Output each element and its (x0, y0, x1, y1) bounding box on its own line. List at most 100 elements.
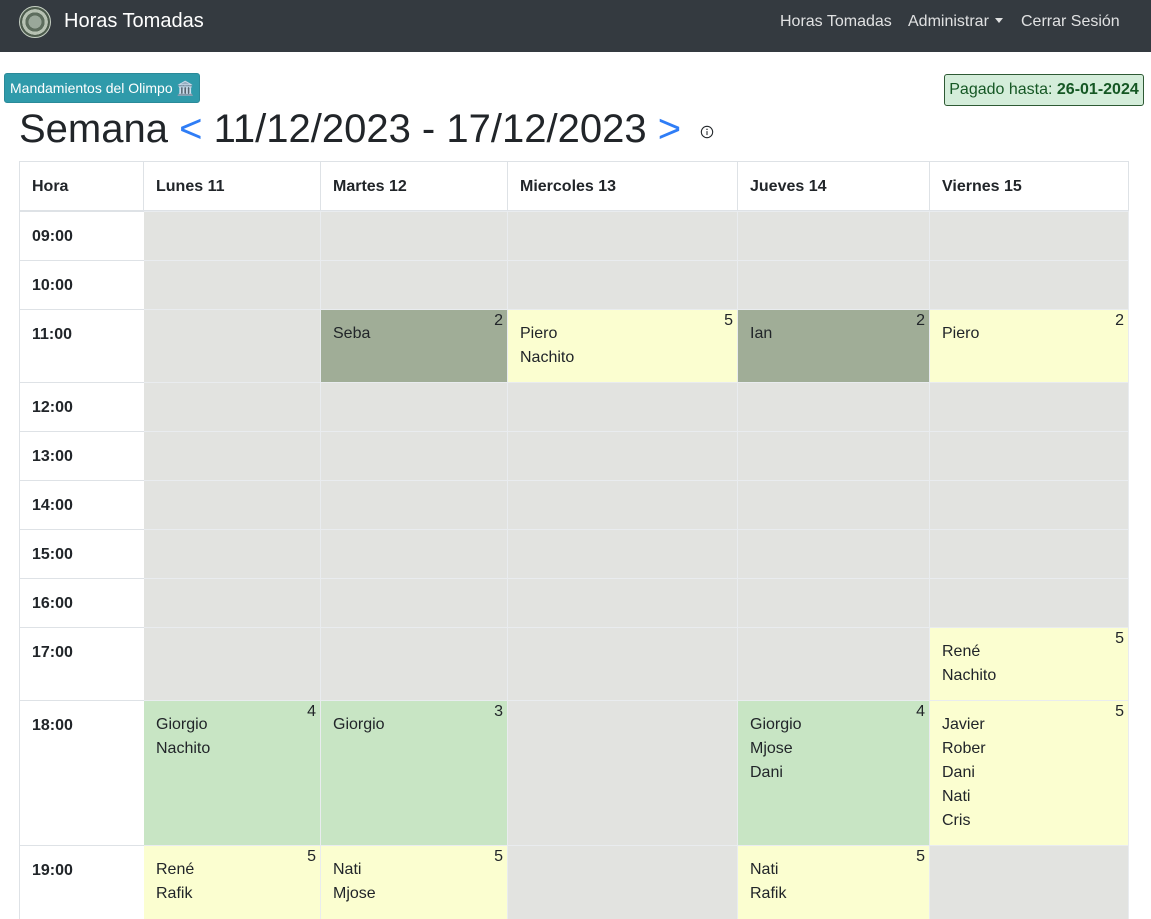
empty-slot[interactable] (930, 480, 1129, 529)
prev-week-button[interactable]: < (179, 107, 202, 151)
week-range: 11/12/2023 - 17/12/2023 (213, 107, 647, 151)
booked-slot[interactable]: 5 Nati Mjose (321, 845, 508, 919)
booked-slot[interactable]: 5 René Rafik (144, 845, 321, 919)
empty-slot[interactable] (508, 529, 738, 578)
empty-slot[interactable] (508, 578, 738, 627)
empty-slot[interactable] (508, 431, 738, 480)
week-title: Semana < 11/12/2023 - 17/12/2023 > (19, 104, 681, 154)
attendee-name: Dani (942, 764, 975, 781)
hour-label: 12:00 (19, 382, 144, 431)
booked-slot[interactable]: 5 René Nachito (930, 627, 1129, 700)
empty-slot[interactable] (321, 627, 508, 700)
empty-slot[interactable] (508, 211, 738, 260)
booked-slot[interactable]: 5 Piero Nachito (508, 309, 738, 382)
day-column-header: Miercoles 13 (508, 161, 738, 211)
booked-slot[interactable]: 2 Ian (738, 309, 930, 382)
slot-count: 2 (916, 312, 925, 329)
mandamientos-button[interactable]: Mandamientos del Olimpo 🏛️ (4, 73, 200, 103)
hour-label: 10:00 (19, 260, 144, 309)
booked-slot[interactable]: 5 Javier Rober Dani Nati Cris (930, 700, 1129, 845)
empty-slot[interactable] (144, 529, 321, 578)
empty-slot[interactable] (321, 211, 508, 260)
day-column-header: Lunes 11 (144, 161, 321, 211)
hour-label: 09:00 (19, 211, 144, 260)
booked-slot[interactable]: 4 Giorgio Nachito (144, 700, 321, 845)
empty-slot[interactable] (508, 382, 738, 431)
hour-label: 19:00 (19, 845, 144, 919)
day-column-header: Martes 12 (321, 161, 508, 211)
booked-slot[interactable]: 2 Seba (321, 309, 508, 382)
paid-until-date: 26-01-2024 (1056, 81, 1139, 98)
next-week-button[interactable]: > (658, 107, 681, 151)
nav-cerrar-sesion[interactable]: Cerrar Sesión (1021, 13, 1120, 31)
empty-slot[interactable] (930, 578, 1129, 627)
empty-slot[interactable] (930, 431, 1129, 480)
nav-administrar-label: Administrar (908, 13, 989, 30)
attendee-name: Rafik (156, 885, 193, 902)
empty-slot[interactable] (930, 845, 1129, 919)
empty-slot[interactable] (930, 382, 1129, 431)
attendee-name: Giorgio (156, 716, 208, 733)
attendee-name: Giorgio (333, 716, 385, 733)
attendee-name: René (156, 861, 195, 878)
empty-slot[interactable] (321, 431, 508, 480)
empty-slot[interactable] (508, 700, 738, 845)
info-icon[interactable] (700, 125, 714, 139)
slot-count: 5 (494, 848, 503, 865)
empty-slot[interactable] (144, 382, 321, 431)
empty-slot[interactable] (508, 260, 738, 309)
slot-count: 2 (1115, 312, 1124, 329)
empty-slot[interactable] (508, 627, 738, 700)
hour-label: 16:00 (19, 578, 144, 627)
empty-slot[interactable] (738, 431, 930, 480)
empty-slot[interactable] (738, 480, 930, 529)
attendee-name: Nachito (156, 740, 211, 757)
empty-slot[interactable] (508, 480, 738, 529)
empty-slot[interactable] (738, 260, 930, 309)
attendee-name: Piero (520, 325, 558, 342)
nav-administrar-dropdown[interactable]: Administrar (908, 13, 1003, 31)
empty-slot[interactable] (738, 627, 930, 700)
booked-slot[interactable]: 5 Nati Rafik (738, 845, 930, 919)
slot-count: 5 (916, 848, 925, 865)
hour-column-header: Hora (19, 161, 144, 211)
empty-slot[interactable] (738, 211, 930, 260)
empty-slot[interactable] (738, 529, 930, 578)
empty-slot[interactable] (144, 309, 321, 382)
paid-until-badge: Pagado hasta: 26-01-2024 (944, 74, 1144, 106)
brand-title[interactable]: Horas Tomadas (64, 10, 204, 33)
empty-slot[interactable] (144, 627, 321, 700)
top-navbar: Horas Tomadas Horas Tomadas Administrar … (0, 0, 1151, 52)
attendee-name: Nati (750, 861, 779, 878)
hour-label: 18:00 (19, 700, 144, 845)
attendee-name: Rober (942, 740, 986, 757)
empty-slot[interactable] (321, 578, 508, 627)
attendee-name: René (942, 643, 981, 660)
empty-slot[interactable] (930, 529, 1129, 578)
hour-label: 15:00 (19, 529, 144, 578)
empty-slot[interactable] (930, 260, 1129, 309)
empty-slot[interactable] (508, 845, 738, 919)
empty-slot[interactable] (321, 529, 508, 578)
empty-slot[interactable] (738, 382, 930, 431)
empty-slot[interactable] (738, 578, 930, 627)
empty-slot[interactable] (930, 211, 1129, 260)
empty-slot[interactable] (144, 480, 321, 529)
attendee-name: Nachito (520, 349, 575, 366)
booked-slot[interactable]: 2 Piero (930, 309, 1129, 382)
booked-slot[interactable]: 3 Giorgio (321, 700, 508, 845)
nav-horas-tomadas[interactable]: Horas Tomadas (780, 13, 892, 31)
slot-count: 5 (307, 848, 316, 865)
booked-slot[interactable]: 4 Giorgio Mjose Dani (738, 700, 930, 845)
empty-slot[interactable] (321, 480, 508, 529)
empty-slot[interactable] (321, 260, 508, 309)
empty-slot[interactable] (144, 431, 321, 480)
olympus-logo-icon[interactable] (19, 6, 51, 38)
empty-slot[interactable] (144, 260, 321, 309)
day-column-header: Viernes 15 (930, 161, 1129, 211)
empty-slot[interactable] (321, 382, 508, 431)
slot-count: 5 (1115, 703, 1124, 720)
empty-slot[interactable] (144, 578, 321, 627)
slot-count: 4 (307, 703, 316, 720)
empty-slot[interactable] (144, 211, 321, 260)
